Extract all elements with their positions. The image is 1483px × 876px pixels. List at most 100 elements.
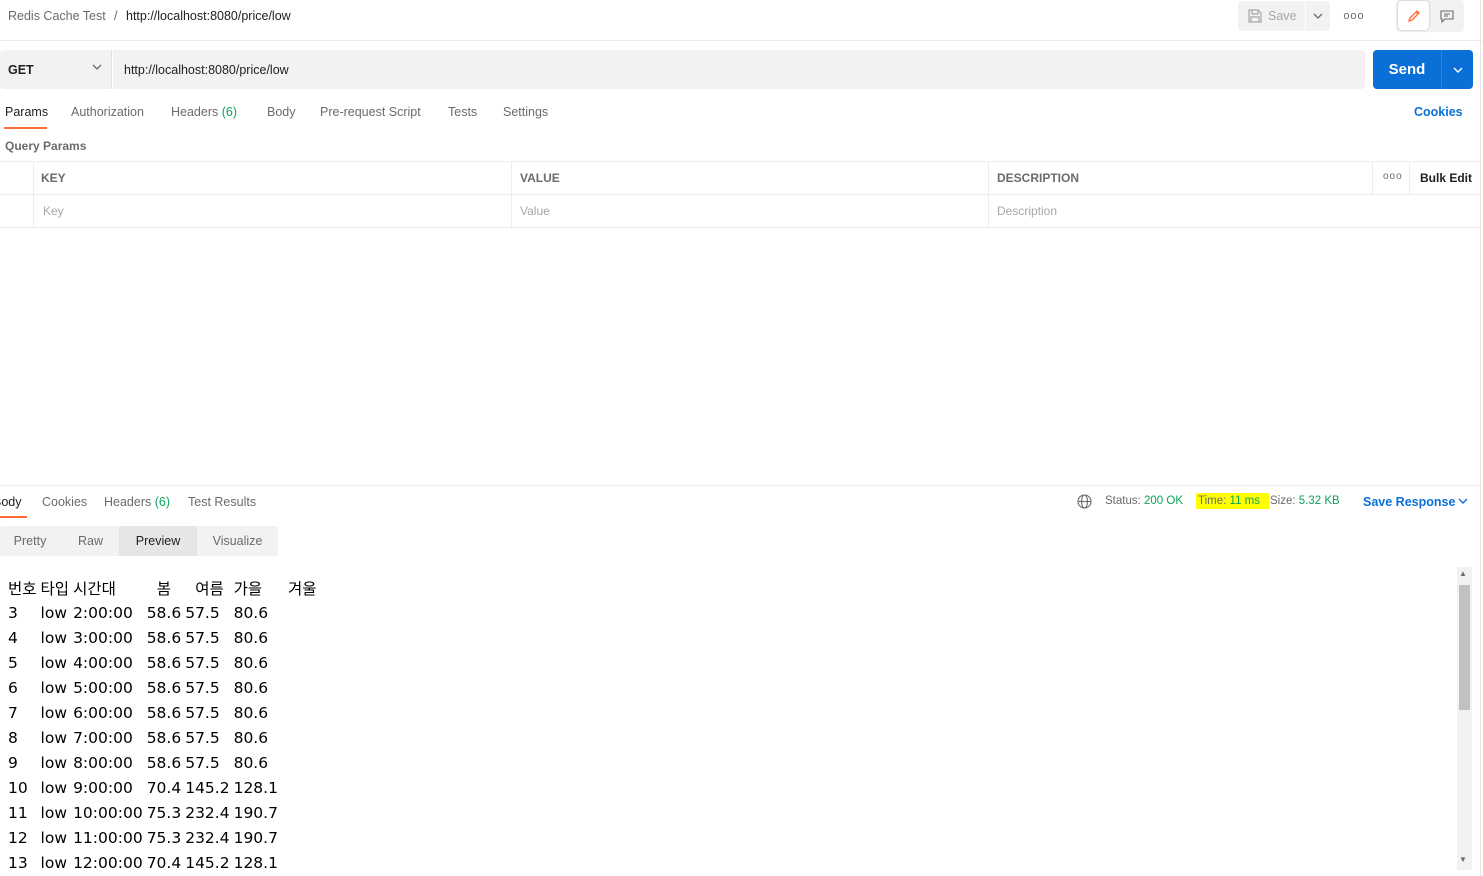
edit-mode-button[interactable] <box>1398 1 1429 30</box>
table-header-row: 번호 타입 시간대 봄 여름 가을 겨울 <box>8 575 320 600</box>
view-mode-visualize[interactable]: Visualize <box>197 526 278 556</box>
table-cell <box>282 650 321 675</box>
save-response-button[interactable]: Save Response <box>1363 495 1455 509</box>
tab-authorization[interactable]: Authorization <box>71 105 144 119</box>
response-size[interactable]: Size: 5.32 KB <box>1270 495 1340 507</box>
table-cell: 232.4 <box>185 828 230 847</box>
tab-tests[interactable]: Tests <box>448 105 477 119</box>
table-cell: 57.5 <box>185 603 220 622</box>
response-tab-headers[interactable]: Headers (6) <box>104 495 170 509</box>
scroll-down-icon[interactable]: ▼ <box>1459 855 1467 864</box>
view-mode-pretty[interactable]: Pretty <box>0 526 60 556</box>
view-mode-raw[interactable]: Raw <box>62 526 119 556</box>
scroll-up-icon[interactable]: ▲ <box>1459 569 1467 578</box>
table-cell: low <box>40 603 67 622</box>
save-icon <box>1248 9 1262 23</box>
response-time[interactable]: Time: 11 ms <box>1198 495 1260 507</box>
tab-settings[interactable]: Settings <box>503 105 548 119</box>
table-cell: 70.4 <box>146 778 182 797</box>
table-cell: 12:00:00 <box>73 853 143 872</box>
key-input[interactable]: Key <box>43 204 64 218</box>
url-input[interactable] <box>113 50 1365 89</box>
save-options-button[interactable] <box>1306 1 1330 31</box>
column-header: 번호 <box>8 579 37 598</box>
tab-params[interactable]: Params <box>5 105 48 119</box>
table-cell: low <box>40 653 67 672</box>
comments-button[interactable] <box>1432 1 1462 30</box>
column-header: 봄 <box>156 579 171 598</box>
headers-count: (6) <box>221 105 238 119</box>
table-cell: 12 <box>8 828 28 847</box>
send-options-button[interactable] <box>1441 50 1473 89</box>
table-row: 8 low 7:00:00 58.6 57.5 80.6 <box>8 725 320 750</box>
preview-table-body: 3 low 2:00:00 58.6 57.5 80.6 4 low 3:00:00 58.6 57… <box>8 600 321 872</box>
table-cell <box>282 725 321 750</box>
more-options-icon[interactable]: ooo <box>1341 7 1367 25</box>
cookies-link[interactable]: Cookies <box>1414 105 1463 119</box>
table-row: 9 low 8:00:00 58.6 57.5 80.6 <box>8 750 320 775</box>
table-cell: 8 <box>8 728 18 747</box>
table-cell: 80.6 <box>233 628 269 647</box>
table-cell: 9 <box>8 753 18 772</box>
tab-body[interactable]: Body <box>267 105 296 119</box>
table-row: 12 low 11:00:00 75.3 232.4 190.7 <box>8 825 320 850</box>
table-cell: 80.6 <box>233 728 269 747</box>
table-cell: 80.6 <box>233 703 269 722</box>
table-cell: 80.6 <box>233 678 269 697</box>
view-mode-preview[interactable]: Preview <box>119 526 197 556</box>
table-cell: 58.6 <box>146 753 182 772</box>
bulk-edit-button[interactable]: Bulk Edit <box>1420 171 1472 185</box>
table-cell: 2:00:00 <box>73 603 133 622</box>
query-params-table: KEY VALUE DESCRIPTION ooo Bulk Edit Key … <box>0 161 1481 229</box>
table-cell: 6:00:00 <box>73 703 133 722</box>
response-tab-cookies[interactable]: Cookies <box>42 495 87 509</box>
column-header: 겨울 <box>287 579 317 598</box>
preview-table: 번호 타입 시간대 봄 여름 가을 겨울 3 low 2:00:00 58.6 57.5… <box>8 575 321 872</box>
chevron-down-icon <box>1453 67 1462 73</box>
table-cell: 58.6 <box>146 728 182 747</box>
pane-divider[interactable] <box>0 485 1481 486</box>
table-cell: 9:00:00 <box>73 778 133 797</box>
table-cell: 128.1 <box>233 778 278 797</box>
query-params-title: Query Params <box>5 139 87 153</box>
table-cell: low <box>40 628 67 647</box>
column-header: 타입 <box>40 579 70 598</box>
table-row: 7 low 6:00:00 58.6 57.5 80.6 <box>8 700 320 725</box>
table-row: 5 low 4:00:00 58.6 57.5 80.6 <box>8 650 320 675</box>
request-title[interactable]: http://localhost:8080/price/low <box>126 9 291 23</box>
response-tab-body[interactable]: Body <box>0 495 22 509</box>
table-cell <box>282 700 321 725</box>
value-input[interactable]: Value <box>520 204 550 218</box>
table-cell: 58.6 <box>146 628 182 647</box>
table-cell <box>282 750 321 775</box>
table-cell <box>282 850 321 871</box>
response-status[interactable]: Status: 200 OK <box>1105 495 1183 507</box>
table-cell: 80.6 <box>233 753 269 772</box>
breadcrumb-collection[interactable]: Redis Cache Test <box>8 9 106 23</box>
active-tab-indicator <box>0 516 27 518</box>
table-row: Key Value Description <box>0 195 1481 228</box>
table-row: 3 low 2:00:00 58.6 57.5 80.6 <box>8 600 320 625</box>
chevron-down-icon <box>92 64 102 70</box>
tab-headers[interactable]: Headers (6) <box>171 105 237 119</box>
pencil-icon <box>1407 9 1420 22</box>
table-cell: 6 <box>8 678 18 697</box>
table-cell <box>282 825 321 850</box>
tab-pre-request-script[interactable]: Pre-request Script <box>320 105 421 119</box>
send-button[interactable]: Send <box>1373 50 1441 89</box>
table-cell: 75.3 <box>146 803 182 822</box>
response-tab-test-results[interactable]: Test Results <box>188 495 256 509</box>
save-button[interactable]: Save <box>1238 1 1305 31</box>
description-input[interactable]: Description <box>997 204 1057 218</box>
table-cell <box>282 800 321 825</box>
scrollbar-thumb[interactable] <box>1459 585 1470 710</box>
table-more-options-icon[interactable]: ooo <box>1383 171 1403 182</box>
table-cell: 190.7 <box>233 828 278 847</box>
column-header-key: KEY <box>41 171 66 185</box>
right-panel-divider <box>1480 0 1481 876</box>
table-cell: 11:00:00 <box>73 828 143 847</box>
table-row: 10 low 9:00:00 70.4 145.2 128.1 <box>8 775 320 800</box>
globe-icon[interactable] <box>1077 494 1092 509</box>
chevron-down-icon[interactable] <box>1458 498 1468 504</box>
column-header: 시간대 <box>73 579 116 598</box>
